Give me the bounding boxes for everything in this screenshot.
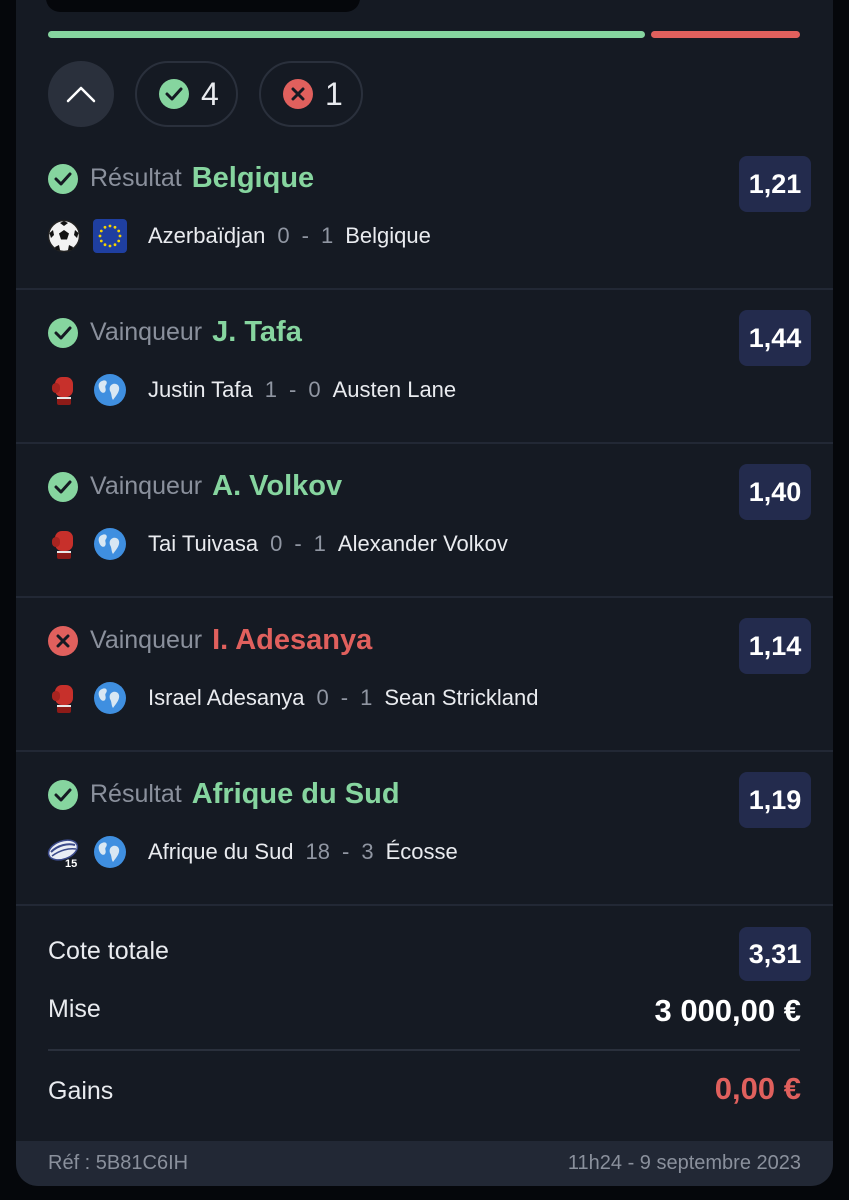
check-circle-icon bbox=[48, 471, 78, 502]
home-team: Justin Tafa bbox=[148, 377, 253, 402]
summary-divider bbox=[48, 1049, 800, 1051]
away-score: 0 bbox=[308, 377, 321, 402]
odds-badge: 1,19 bbox=[739, 772, 811, 828]
home-score: 18 bbox=[305, 839, 331, 864]
boxing-glove-icon bbox=[46, 680, 82, 716]
total-odds-label: Cote totale bbox=[48, 937, 169, 965]
bet-footer: Réf : 5B81C6IH 11h24 - 9 septembre 2023 bbox=[16, 1141, 833, 1186]
selection-row[interactable]: Résultat Belgique 1,21 Azerbaïdjan 0 - 1… bbox=[16, 136, 833, 290]
pick-name: A. Volkov bbox=[212, 470, 343, 502]
home-score: 0 bbox=[316, 685, 329, 710]
pick-line: Vainqueur I. Adesanya bbox=[48, 624, 372, 657]
pick-name: Afrique du Sud bbox=[191, 778, 400, 810]
pick-line: Vainqueur A. Volkov bbox=[48, 470, 342, 503]
cross-circle-icon bbox=[48, 625, 78, 656]
match-line: 15 Afrique du Sud 18 - 3 Écosse bbox=[46, 832, 458, 872]
odds-badge: 1,14 bbox=[739, 618, 811, 674]
selection-row[interactable]: Résultat Afrique du Sud 1,19 15 Afrique … bbox=[16, 752, 833, 906]
score-separator: - bbox=[340, 685, 349, 710]
pick-type: Vainqueur bbox=[90, 472, 203, 500]
odds-badge: 1,44 bbox=[739, 310, 811, 366]
score-separator: - bbox=[301, 223, 309, 248]
home-team: Tai Tuivasa bbox=[148, 531, 259, 556]
top-pill bbox=[46, 0, 360, 12]
winnings-label: Gains bbox=[48, 1077, 114, 1105]
away-score: 3 bbox=[361, 839, 374, 864]
bet-reference: Réf : 5B81C6IH bbox=[48, 1152, 189, 1174]
stake-value: 3 000,00 € bbox=[654, 993, 801, 1028]
won-progress-bar bbox=[48, 31, 645, 38]
odds-badge: 1,21 bbox=[739, 156, 811, 212]
check-circle-icon bbox=[159, 79, 189, 109]
home-team: Israel Adesanya bbox=[148, 685, 305, 710]
pick-line: Résultat Belgique bbox=[48, 162, 314, 195]
bet-summary: Cote totale 3,31 Mise 3 000,00 € Gains 0… bbox=[16, 905, 833, 1141]
pick-name: J. Tafa bbox=[212, 316, 302, 348]
pick-type: Résultat bbox=[90, 164, 182, 192]
odds-badge: 1,40 bbox=[739, 464, 811, 520]
match-line: Israel Adesanya 0 - 1 Sean Strickland bbox=[46, 678, 538, 718]
pick-line: Vainqueur J. Tafa bbox=[48, 316, 302, 349]
globe-icon bbox=[92, 680, 128, 716]
away-team: Alexander Volkov bbox=[337, 531, 508, 556]
home-score: 1 bbox=[264, 377, 278, 402]
selection-row[interactable]: Vainqueur A. Volkov 1,40 Tai Tuivasa 0 -… bbox=[16, 444, 833, 598]
stake-label: Mise bbox=[48, 995, 101, 1023]
bet-datetime: 11h24 - 9 septembre 2023 bbox=[567, 1152, 801, 1174]
away-team: Austen Lane bbox=[332, 377, 457, 402]
away-score: 1 bbox=[360, 685, 373, 710]
boxing-glove-icon bbox=[46, 526, 82, 562]
away-team: Belgique bbox=[345, 223, 431, 248]
match-line: Azerbaïdjan 0 - 1 Belgique bbox=[46, 216, 431, 256]
score-separator: - bbox=[289, 377, 297, 402]
svg-text:15: 15 bbox=[65, 858, 77, 869]
rugby-15-icon: 15 bbox=[46, 834, 82, 870]
lost-count: 1 bbox=[325, 75, 343, 112]
lost-filter-chip[interactable]: 1 bbox=[259, 61, 363, 127]
globe-icon bbox=[92, 526, 128, 562]
boxing-glove-icon bbox=[46, 372, 82, 408]
check-circle-icon bbox=[48, 779, 78, 810]
pick-name: Belgique bbox=[191, 162, 315, 194]
home-score: 0 bbox=[270, 531, 283, 556]
pick-line: Résultat Afrique du Sud bbox=[48, 778, 400, 811]
chevron-up-icon bbox=[66, 86, 96, 103]
collapse-button[interactable] bbox=[48, 61, 114, 127]
pick-name: I. Adesanya bbox=[212, 624, 373, 656]
globe-icon bbox=[92, 372, 128, 408]
match-line: Justin Tafa 1 - 0 Austen Lane bbox=[46, 370, 456, 410]
total-odds-badge: 3,31 bbox=[739, 927, 811, 981]
globe-icon bbox=[92, 834, 128, 870]
selection-row[interactable]: Vainqueur I. Adesanya 1,14 Israel Adesan… bbox=[16, 598, 833, 752]
eu-flag-icon bbox=[92, 218, 128, 254]
score-separator: - bbox=[342, 839, 350, 864]
lost-progress-bar bbox=[651, 31, 800, 38]
check-circle-icon bbox=[48, 317, 78, 348]
away-score: 1 bbox=[313, 531, 326, 556]
won-count: 4 bbox=[201, 75, 219, 112]
check-circle-icon bbox=[48, 163, 78, 194]
match-line: Tai Tuivasa 0 - 1 Alexander Volkov bbox=[46, 524, 508, 564]
bet-slip-card: 4 1 Résultat Belgique 1,21 Azerbaïdjan 0… bbox=[16, 0, 833, 1186]
away-team: Sean Strickland bbox=[384, 685, 539, 710]
winnings-value: 0,00 € bbox=[714, 1071, 801, 1106]
home-team: Azerbaïdjan bbox=[148, 223, 266, 248]
pick-type: Résultat bbox=[90, 780, 182, 808]
soccer-ball-icon bbox=[46, 218, 82, 254]
score-separator: - bbox=[294, 531, 302, 556]
home-score: 0 bbox=[277, 223, 290, 248]
away-team: Écosse bbox=[385, 839, 458, 864]
home-team: Afrique du Sud bbox=[148, 839, 294, 864]
won-filter-chip[interactable]: 4 bbox=[135, 61, 238, 127]
pick-type: Vainqueur bbox=[90, 318, 203, 346]
pick-type: Vainqueur bbox=[90, 626, 203, 654]
cross-circle-icon bbox=[283, 79, 313, 109]
selection-row[interactable]: Vainqueur J. Tafa 1,44 Justin Tafa 1 - 0… bbox=[16, 290, 833, 444]
away-score: 1 bbox=[321, 223, 334, 248]
